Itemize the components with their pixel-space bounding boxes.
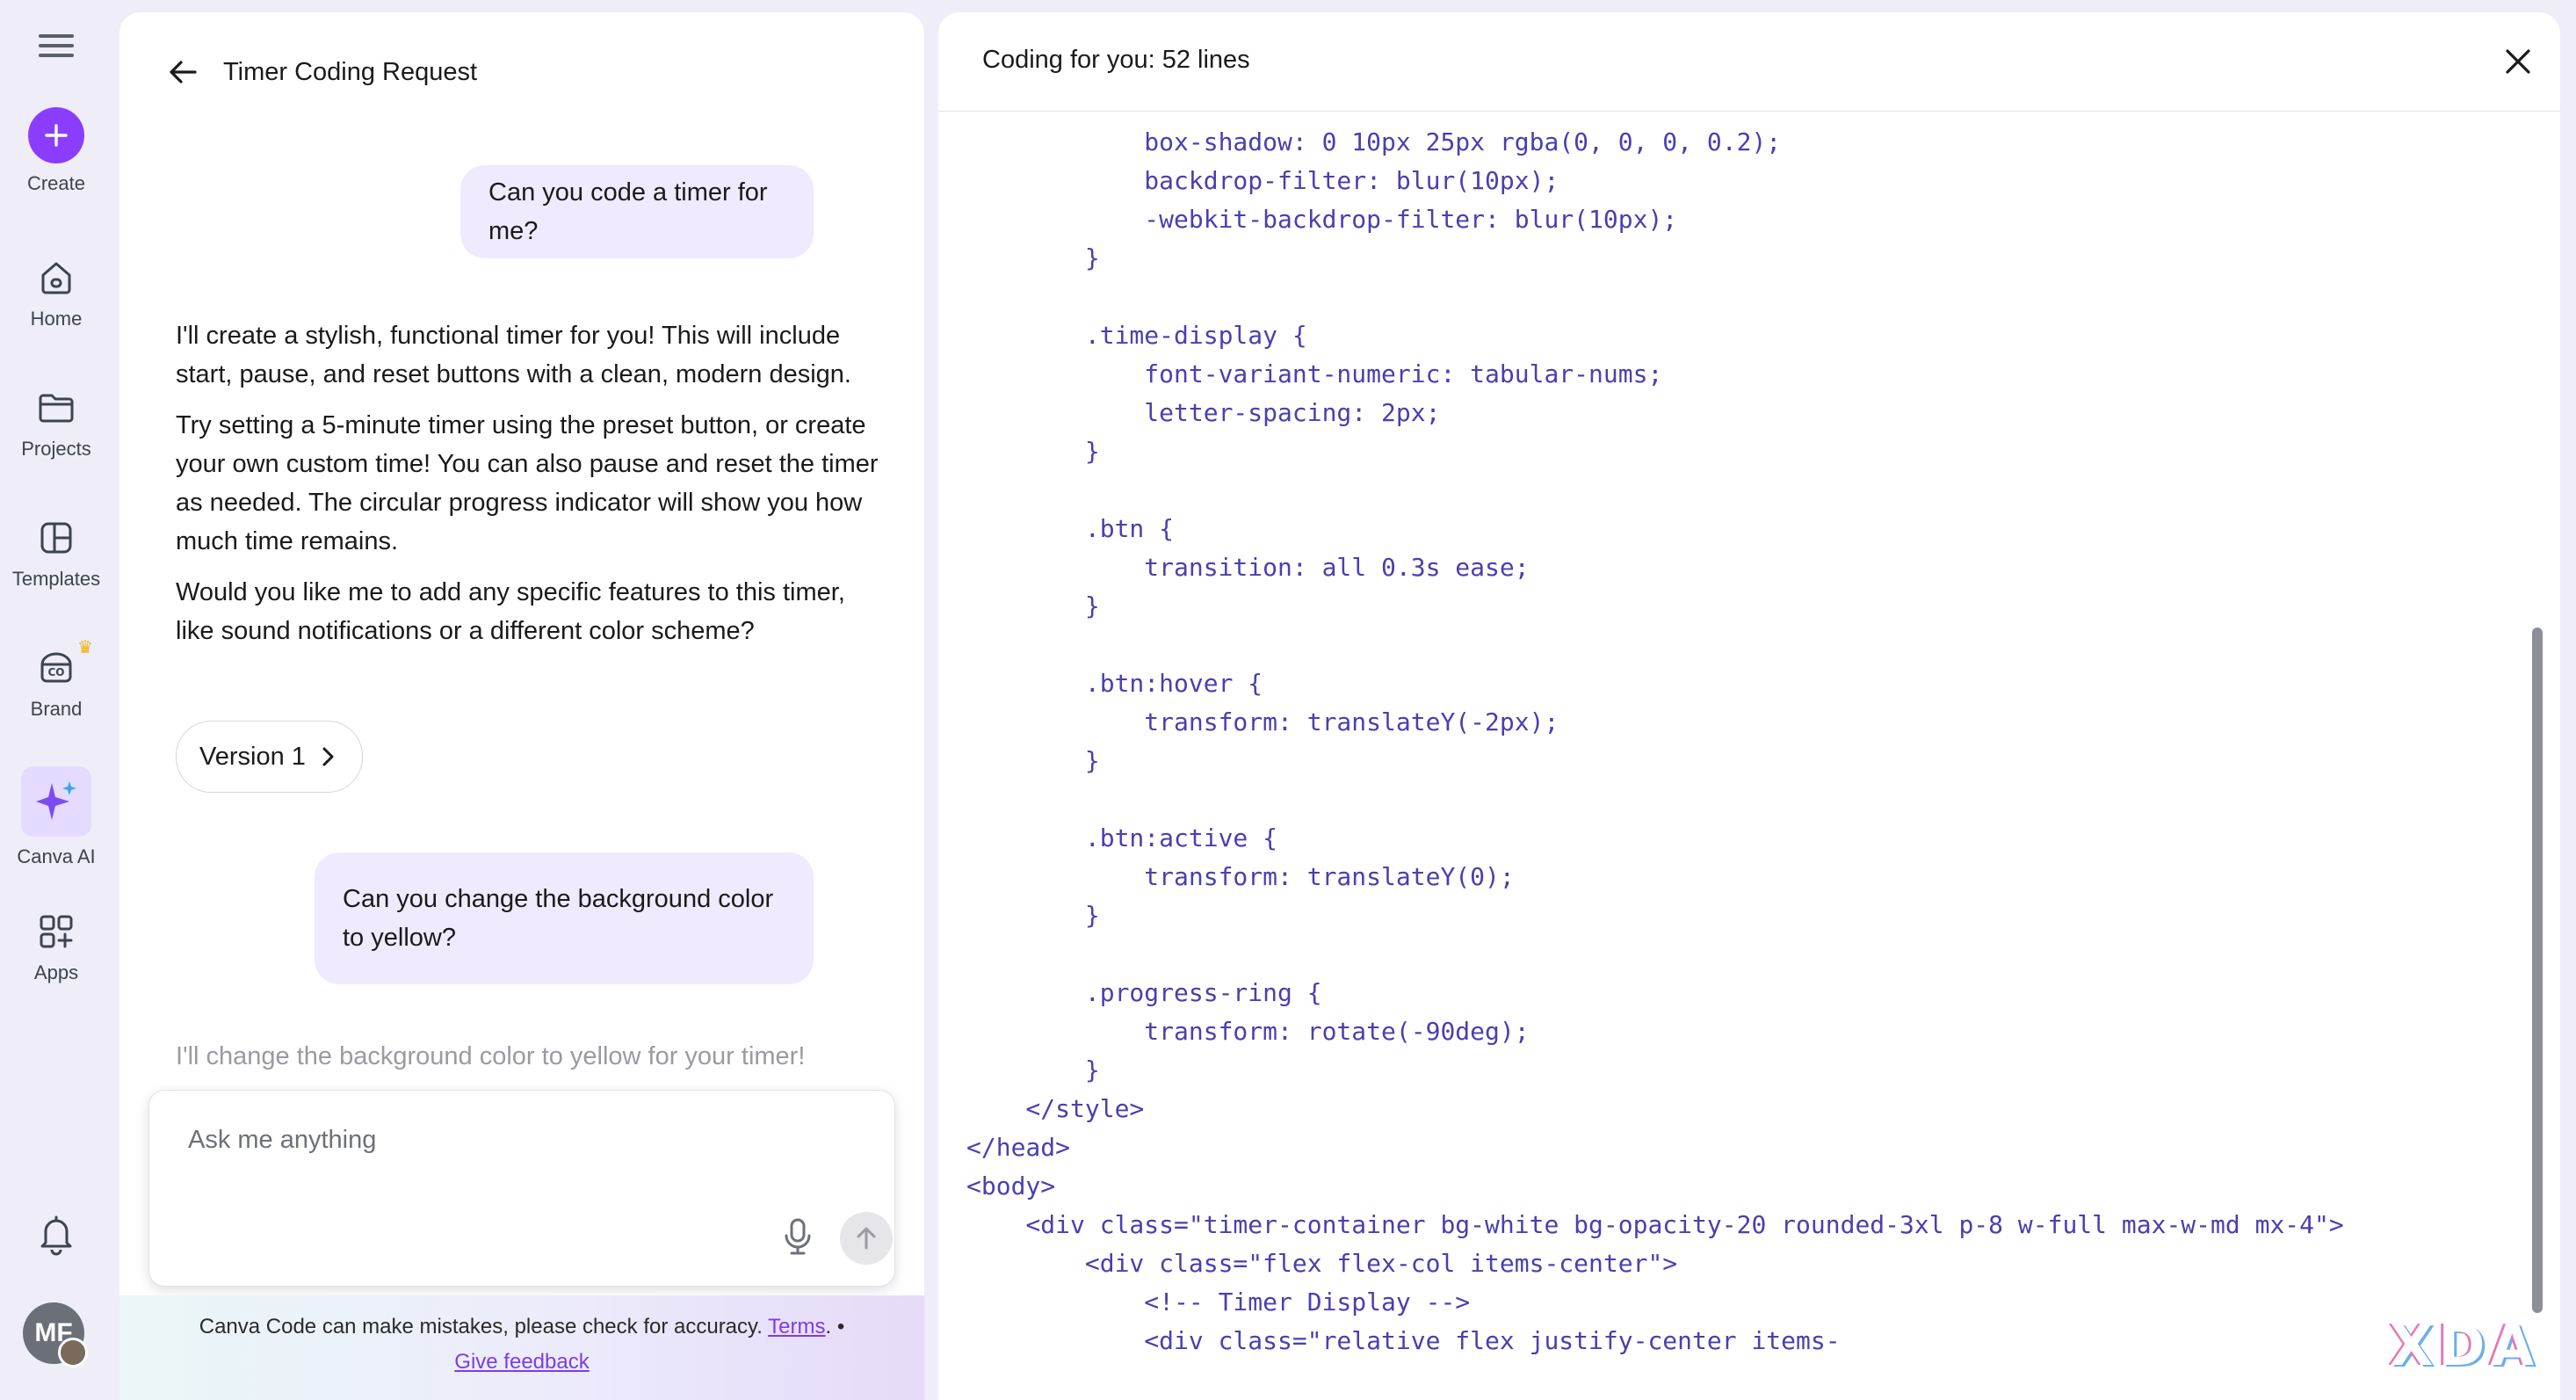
ai-paragraph: I'll create a stylish, functional timer … xyxy=(176,322,851,388)
sidebar-item-templates[interactable]: Templates xyxy=(0,517,112,591)
code-line: .btn:hover { xyxy=(966,669,1263,698)
version-button[interactable]: Version 1 xyxy=(176,721,363,793)
watermark-logo: XDA xyxy=(2390,1314,2539,1379)
templates-icon xyxy=(40,522,72,554)
sidebar-item-label: Home xyxy=(30,308,83,330)
prompt-box xyxy=(148,1090,895,1287)
scrollbar-thumb[interactable] xyxy=(2532,627,2543,1313)
code-line: } xyxy=(966,243,1100,272)
code-line: } xyxy=(966,746,1100,775)
version-label: Version 1 xyxy=(199,742,306,771)
left-rail: Create Home Projects Templates ♛ CO Bran… xyxy=(0,0,112,1400)
code-line: box-shadow: 0 10px 25px rgba(0, 0, 0, 0.… xyxy=(966,127,1782,156)
crown-icon: ♛ xyxy=(77,638,93,657)
folder-icon xyxy=(39,394,74,423)
scrollbar-track[interactable] xyxy=(2532,123,2543,1400)
sidebar-item-home[interactable]: Home xyxy=(0,257,112,330)
code-line: <body> xyxy=(966,1172,1056,1201)
microphone-icon[interactable] xyxy=(773,1212,822,1261)
code-line: <div class="timer-container bg-white bg-… xyxy=(966,1210,2344,1239)
disclaimer: Canva Code can make mistakes, please che… xyxy=(119,1309,924,1380)
code-line: backdrop-filter: blur(10px); xyxy=(966,166,1559,195)
sidebar-item-label: Projects xyxy=(21,438,91,460)
code-line: transform: translateY(-2px); xyxy=(966,707,1559,736)
home-icon xyxy=(41,262,71,294)
sidebar-item-projects[interactable]: Projects xyxy=(0,387,112,461)
code-line: .progress-ring { xyxy=(966,978,1322,1007)
code-line: .btn { xyxy=(966,514,1175,543)
code-title: Coding for you: 52 lines xyxy=(982,46,1250,74)
code-line: </head> xyxy=(966,1133,1071,1162)
code-line: transform: translateY(0); xyxy=(966,862,1515,891)
notifications-bell-icon[interactable] xyxy=(33,1211,79,1261)
code-line: <!-- Timer Display --> xyxy=(966,1288,1471,1317)
brand-icon: CO xyxy=(40,652,72,683)
sidebar-item-apps[interactable]: Apps xyxy=(0,910,112,984)
code-line: .time-display { xyxy=(966,321,1307,350)
code-line: </style> xyxy=(966,1094,1145,1123)
ai-paragraph: Try setting a 5-minute timer using the p… xyxy=(176,411,879,555)
code-viewer[interactable]: box-shadow: 0 10px 25px rgba(0, 0, 0, 0.… xyxy=(966,123,2513,1400)
chat-footer: Canva Code can make mistakes, please che… xyxy=(119,1295,924,1400)
ai-response: I'll create a stylish, functional timer … xyxy=(176,316,879,663)
user-message: Can you code a timer for me? xyxy=(460,165,814,258)
sidebar-item-label: Create xyxy=(26,172,86,194)
sidebar-item-brand[interactable]: ♛ CO Brand xyxy=(0,638,112,721)
close-icon[interactable] xyxy=(2493,37,2543,86)
hamburger-menu-icon[interactable] xyxy=(35,28,77,63)
code-line: } xyxy=(966,1055,1100,1084)
code-line: } xyxy=(966,437,1100,466)
sidebar-item-label: Canva AI xyxy=(17,845,96,867)
back-arrow-icon[interactable] xyxy=(158,47,207,97)
sidebar-item-create[interactable]: Create xyxy=(0,107,112,195)
code-line: } xyxy=(966,901,1100,930)
code-line: .btn:active { xyxy=(966,823,1278,852)
give-feedback-link[interactable]: Give feedback xyxy=(454,1350,589,1374)
code-line: transform: rotate(-90deg); xyxy=(966,1017,1530,1046)
plus-icon xyxy=(28,107,84,163)
disclaimer-text: Canva Code can make mistakes, please che… xyxy=(199,1315,763,1338)
user-message: Can you change the background color to y… xyxy=(315,852,814,984)
sidebar-item-label: Templates xyxy=(11,568,101,590)
ai-response-partial: I'll change the background color to yell… xyxy=(176,1042,806,1070)
chat-panel: Timer Coding Request Can you code a time… xyxy=(119,12,924,1400)
code-line: } xyxy=(966,591,1100,620)
sparkle-icon xyxy=(21,766,91,837)
bullet: • xyxy=(836,1315,845,1338)
code-header: Coding for you: 52 lines xyxy=(938,12,2560,112)
code-line: font-variant-numeric: tabular-nums; xyxy=(966,359,1663,388)
code-line: letter-spacing: 2px; xyxy=(966,398,1441,427)
sidebar-item-label: Brand xyxy=(30,698,83,720)
terms-link[interactable]: Terms xyxy=(768,1315,825,1338)
sidebar-item-canva-ai[interactable]: Canva AI xyxy=(0,766,112,868)
chevron-right-icon xyxy=(322,747,334,766)
prompt-input[interactable] xyxy=(186,1124,840,1180)
avatar-badge xyxy=(58,1338,88,1367)
code-line: <div class="relative flex justify-center… xyxy=(966,1326,1841,1355)
code-line: transition: all 0.3s ease; xyxy=(966,553,1530,582)
chat-title: Timer Coding Request xyxy=(223,57,478,86)
code-panel: Coding for you: 52 lines box-shadow: 0 1… xyxy=(938,12,2560,1400)
code-line: <div class="flex flex-col items-center"> xyxy=(966,1249,1678,1278)
ai-paragraph: Would you like me to add any specific fe… xyxy=(176,578,845,645)
code-line: -webkit-backdrop-filter: blur(10px); xyxy=(966,205,1678,234)
svg-text:CO: CO xyxy=(47,666,64,678)
apps-grid-icon xyxy=(40,915,73,948)
sidebar-item-label: Apps xyxy=(33,961,79,983)
send-arrow-icon[interactable] xyxy=(840,1212,893,1265)
period: . xyxy=(825,1315,832,1338)
avatar[interactable]: MF xyxy=(23,1302,88,1367)
chat-header: Timer Coding Request xyxy=(158,47,477,97)
